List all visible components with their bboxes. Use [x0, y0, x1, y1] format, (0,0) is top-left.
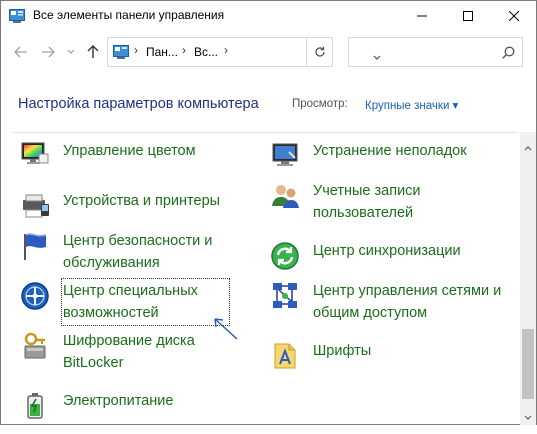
bitlocker-icon: [19, 330, 51, 362]
window-title: Все элементы панели управления: [33, 8, 225, 22]
item-label: Учетные записи пользователей: [313, 183, 421, 221]
item-power-options[interactable]: Электропитание: [19, 390, 259, 434]
arrow-right-icon: [42, 46, 55, 58]
scroll-down-icon[interactable]: [524, 408, 532, 426]
arrow-left-icon: [14, 46, 27, 58]
breadcrumb-separator[interactable]: ›: [134, 43, 138, 57]
sync-center-icon: [269, 240, 301, 272]
item-label: Устройства и принтеры: [63, 193, 221, 209]
item-troubleshooting[interactable]: Устранение неполадок: [269, 140, 517, 184]
breadcrumb-all-items[interactable]: Вс...: [194, 45, 218, 59]
item-label: Шрифты: [313, 343, 372, 359]
navigation-bar: › Пан... › Вс... ›: [1, 32, 536, 72]
breadcrumb-separator[interactable]: ›: [182, 43, 186, 57]
header-divider: [13, 132, 518, 133]
scroll-up-icon[interactable]: [524, 138, 532, 156]
title-bar[interactable]: Все элементы панели управления: [1, 1, 536, 32]
devices-printers-icon: [19, 190, 51, 222]
network-center-icon: [269, 280, 301, 312]
back-button[interactable]: [11, 42, 31, 62]
item-network-and-sharing-center[interactable]: Центр управления сетями и общим доступом: [269, 280, 517, 324]
item-label: Центр специальных возможностей: [61, 278, 230, 326]
color-management-icon: [19, 140, 51, 172]
scrollbar-thumb[interactable]: [522, 329, 534, 399]
refresh-icon: [314, 46, 325, 57]
page-title: Настройка параметров компьютера: [18, 96, 259, 112]
close-button[interactable]: [491, 1, 536, 31]
item-label: Устранение неполадок: [313, 143, 467, 159]
fonts-icon: [269, 340, 301, 372]
item-label: Центр управления сетями и общим доступом: [313, 283, 502, 321]
item-fonts[interactable]: Шрифты: [269, 340, 517, 384]
view-mode-dropdown[interactable]: Крупные значки ▾: [365, 98, 458, 112]
breadcrumb-separator[interactable]: ›: [224, 43, 228, 57]
control-panel-icon: [113, 45, 129, 59]
address-bar[interactable]: › Пан... › Вс... ›: [107, 37, 381, 67]
item-label: Электропитание: [63, 393, 174, 409]
item-label: Центр безопасности и обслуживания: [63, 233, 213, 271]
maximize-button[interactable]: [445, 1, 490, 31]
item-devices-and-printers[interactable]: Устройства и принтеры: [19, 190, 259, 234]
control-panel-window: Все элементы панели управления › Пан... …: [0, 0, 537, 425]
view-label: Просмотр:: [292, 98, 348, 110]
chevron-down-icon: [67, 49, 75, 54]
item-security-and-maintenance[interactable]: Центр безопасности и обслуживания: [19, 230, 259, 274]
pointer-arrow-annotation: [214, 318, 238, 340]
up-button[interactable]: [83, 42, 103, 62]
recent-locations-button[interactable]: [61, 42, 81, 62]
arrow-up-icon: [87, 45, 99, 58]
item-label: Шифрование диска BitLocker: [63, 333, 195, 371]
troubleshooting-icon: [269, 140, 301, 172]
search-icon: [502, 46, 515, 64]
accessibility-icon: [19, 280, 51, 312]
minimize-button[interactable]: [399, 1, 444, 31]
forward-button[interactable]: [38, 42, 58, 62]
power-options-icon: [19, 390, 51, 422]
item-label: Управление цветом: [63, 143, 196, 159]
item-color-management[interactable]: Управление цветом: [19, 140, 259, 184]
vertical-scrollbar[interactable]: [520, 132, 536, 425]
user-accounts-icon: [269, 180, 301, 212]
breadcrumb-control-panel[interactable]: Пан...: [146, 45, 178, 59]
item-sync-center[interactable]: Центр синхронизации: [269, 240, 517, 284]
item-user-accounts[interactable]: Учетные записи пользователей: [269, 180, 517, 224]
control-panel-icon: [9, 9, 25, 23]
search-input[interactable]: [348, 37, 523, 67]
item-label: Центр синхронизации: [313, 243, 461, 259]
security-flag-icon: [19, 230, 51, 262]
refresh-button[interactable]: [307, 37, 333, 67]
